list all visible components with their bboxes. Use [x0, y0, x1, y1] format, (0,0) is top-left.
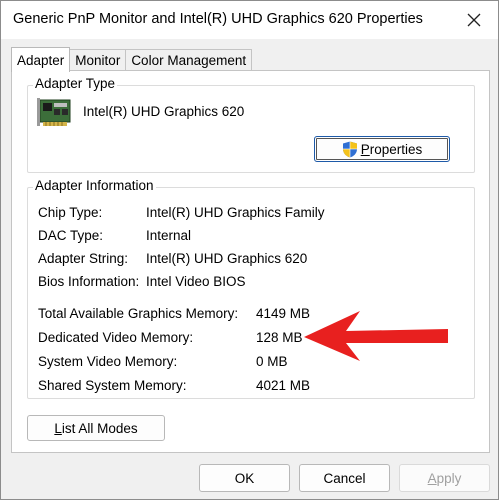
- red-arrow-icon: [304, 311, 448, 361]
- adapter-properties-button[interactable]: Properties: [314, 136, 450, 162]
- ok-button[interactable]: OK: [199, 464, 290, 492]
- shared-system-memory-value: 4021 MB: [256, 378, 311, 393]
- adapter-type-group-label: Adapter Type: [33, 76, 118, 91]
- adapter-information-group: Adapter Information Chip Type: Intel(R) …: [27, 178, 475, 399]
- total-graphics-memory-label: Total Available Graphics Memory:: [38, 306, 239, 321]
- bios-information-value: Intel Video BIOS: [146, 274, 246, 289]
- dac-type-value: Internal: [146, 228, 192, 243]
- chip-type-label: Chip Type:: [38, 205, 103, 220]
- system-video-memory-value: 0 MB: [256, 354, 288, 369]
- dedicated-video-memory-value: 128 MB: [256, 330, 303, 345]
- tab-color-management[interactable]: Color Management: [125, 49, 253, 71]
- tab-monitor[interactable]: Monitor: [69, 49, 127, 71]
- ok-label: OK: [234, 470, 255, 486]
- adapter-type-group: Adapter Type Intel(R) UHD Graphics 620 P…: [27, 76, 475, 173]
- cancel-label: Cancel: [323, 470, 366, 486]
- properties-dialog: Generic PnP Monitor and Intel(R) UHD Gra…: [0, 0, 499, 500]
- tab-adapter[interactable]: Adapter: [11, 47, 71, 72]
- shared-system-memory-label: Shared System Memory:: [38, 378, 187, 393]
- adapter-properties-label: Properties: [360, 141, 423, 157]
- tab-adapter-label: Adapter: [17, 52, 65, 68]
- tab-monitor-label: Monitor: [75, 53, 121, 68]
- list-all-modes-button[interactable]: List All Modes: [27, 415, 165, 441]
- close-icon: [467, 13, 481, 27]
- graphics-card-icon: [37, 98, 71, 126]
- bios-information-label: Bios Information:: [38, 274, 140, 289]
- adapter-string-label: Adapter String:: [38, 251, 129, 266]
- title-bar: Generic PnP Monitor and Intel(R) UHD Gra…: [1, 1, 498, 39]
- apply-button[interactable]: Apply: [399, 464, 490, 492]
- adapter-string-value: Intel(R) UHD Graphics 620: [146, 251, 308, 266]
- list-all-modes-label: List All Modes: [54, 420, 138, 436]
- adapter-information-group-label: Adapter Information: [33, 178, 156, 193]
- cancel-button[interactable]: Cancel: [299, 464, 390, 492]
- adapter-name: Intel(R) UHD Graphics 620: [83, 104, 245, 119]
- tab-color-management-label: Color Management: [131, 53, 247, 68]
- adapter-tab-panel: Adapter Type Intel(R) UHD Graphics 620 P…: [11, 70, 490, 453]
- dedicated-video-memory-label: Dedicated Video Memory:: [38, 330, 194, 345]
- apply-label: Apply: [427, 470, 462, 486]
- tab-strip: Adapter Monitor Color Management: [11, 47, 253, 72]
- close-button[interactable]: [454, 3, 494, 37]
- dac-type-label: DAC Type:: [38, 228, 104, 243]
- chip-type-value: Intel(R) UHD Graphics Family: [146, 205, 325, 220]
- system-video-memory-label: System Video Memory:: [38, 354, 178, 369]
- uac-shield-icon: [342, 141, 357, 157]
- window-title: Generic PnP Monitor and Intel(R) UHD Gra…: [13, 11, 423, 27]
